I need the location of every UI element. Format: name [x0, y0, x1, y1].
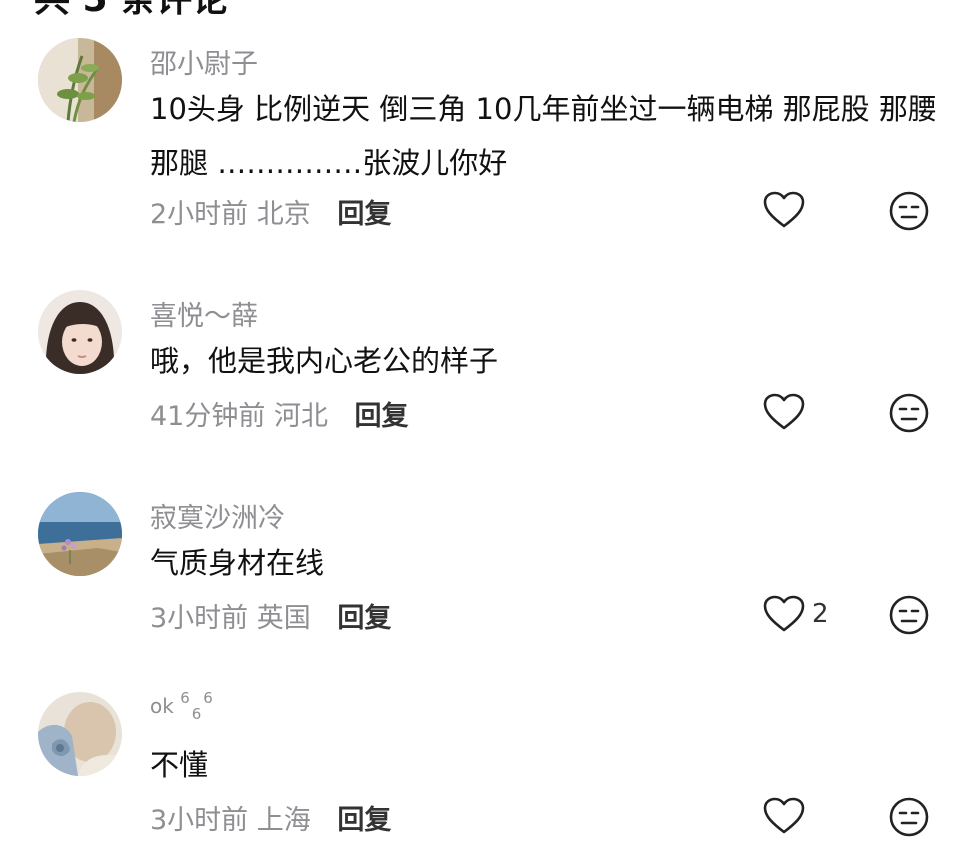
heart-outline-icon [763, 797, 805, 834]
username-superscript-2: 6 [203, 689, 213, 707]
username-subscript: 6 [191, 705, 202, 723]
neutral-face-icon [889, 393, 929, 433]
comment-text: 哦，他是我内心老公的样子 [150, 344, 499, 378]
emoji-react-button[interactable] [888, 392, 930, 438]
heart-outline-icon [763, 191, 805, 228]
neutral-face-icon [889, 595, 929, 635]
emoji-react-button[interactable] [888, 594, 930, 640]
heart-outline-icon [763, 595, 805, 632]
comment-location: 河北 [273, 401, 328, 432]
reply-button[interactable]: 回复 [337, 603, 391, 634]
emoji-react-button[interactable] [888, 190, 930, 236]
comment-meta: 41分钟前 河北 回复 [150, 394, 409, 433]
like-button[interactable] [762, 190, 806, 230]
avatar[interactable] [38, 492, 122, 576]
comment-username[interactable]: ok 666 [150, 689, 213, 723]
comment-text: 不懂 [150, 748, 209, 782]
comment-meta: 2小时前 北京 回复 [150, 192, 391, 231]
woman-selfie-avatar [38, 290, 122, 374]
like-button[interactable]: 2 [762, 594, 829, 634]
neutral-face-icon [889, 797, 929, 837]
comments-count-title: 共 5 条评论 [34, 0, 228, 22]
comment-text: 10头身 比例逆天 倒三角 10几年前坐过一辆电梯 那屁股 那腰 那腿 …………… [150, 92, 937, 180]
reply-button[interactable]: 回复 [355, 401, 409, 432]
comment-time: 3小时前 [150, 603, 249, 634]
comment-text: 气质身材在线 [150, 546, 325, 580]
plant-photo-avatar [38, 38, 122, 122]
comment-location: 北京 [256, 199, 311, 230]
comment-username[interactable]: 邵小尉子 [150, 42, 258, 81]
reply-button[interactable]: 回复 [337, 805, 391, 836]
username-main: ok [150, 694, 174, 718]
heart-outline-icon [763, 393, 805, 430]
comment-location: 英国 [256, 603, 311, 634]
emoji-react-button[interactable] [888, 796, 930, 842]
like-button[interactable] [762, 392, 806, 432]
avatar[interactable] [38, 290, 122, 374]
comment-meta: 3小时前 英国 回复 [150, 596, 391, 635]
comment-time: 2小时前 [150, 199, 249, 230]
reply-button[interactable]: 回复 [337, 199, 391, 230]
avatar[interactable] [38, 38, 122, 122]
comment-time: 41分钟前 [150, 401, 266, 432]
username-superscript: 6 [180, 689, 190, 707]
neutral-face-icon [889, 191, 929, 231]
person-photo-avatar [38, 692, 122, 776]
like-button[interactable] [762, 796, 806, 836]
comment-meta: 3小时前 上海 回复 [150, 798, 391, 837]
comment-time: 3小时前 [150, 805, 249, 836]
like-count: 2 [812, 599, 829, 629]
comment-username[interactable]: 寂寞沙洲冷 [150, 496, 285, 535]
comment-username[interactable]: 喜悦～薛 [150, 294, 258, 333]
comment-location: 上海 [256, 805, 311, 836]
avatar[interactable] [38, 692, 122, 776]
seaside-photo-avatar [38, 492, 122, 576]
